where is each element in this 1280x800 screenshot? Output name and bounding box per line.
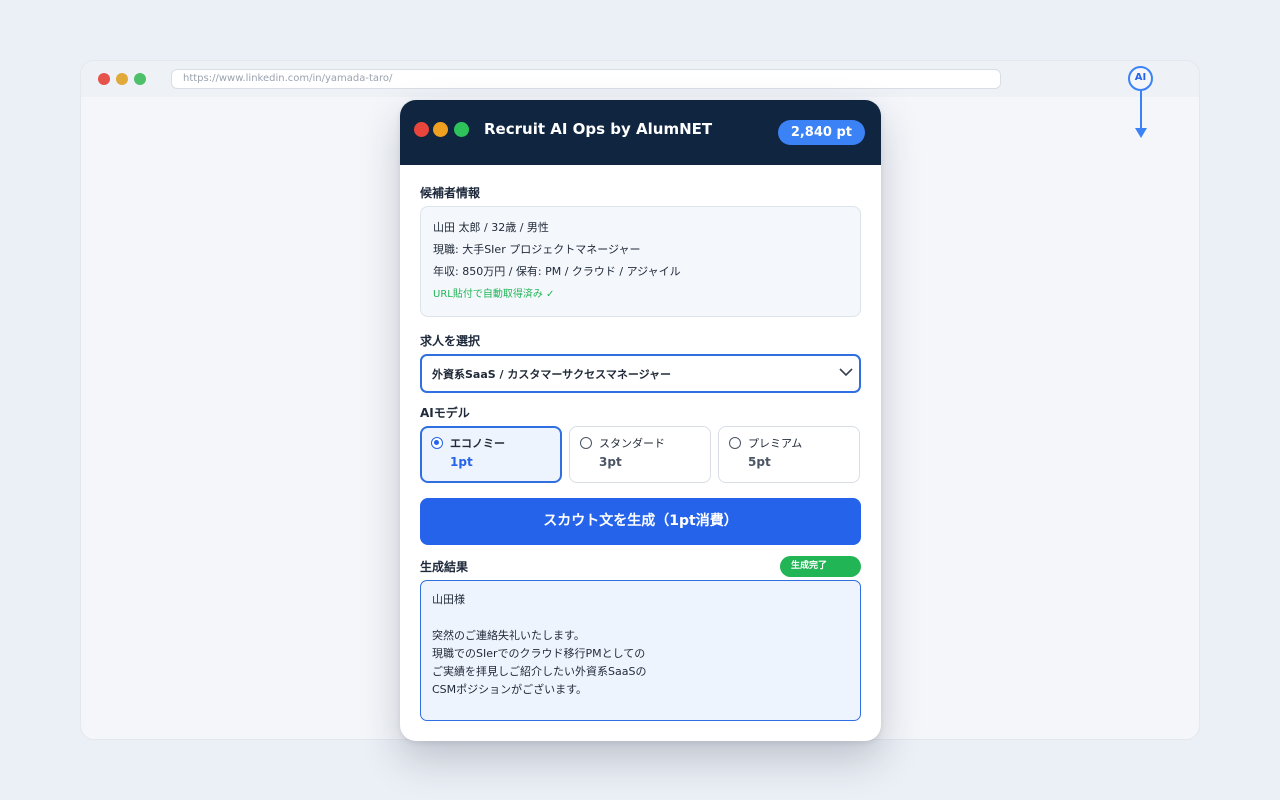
radio-selected-icon[interactable] <box>431 437 443 449</box>
url-bar[interactable]: https://www.linkedin.com/in/yamada-taro/ <box>171 69 1001 89</box>
model-name: エコノミー <box>450 437 505 450</box>
browser-minimize-dot[interactable] <box>116 73 128 85</box>
result-section-label: 生成結果 <box>420 560 469 574</box>
model-option-premium[interactable]: プレミアム 5pt <box>718 426 860 483</box>
arrow-down-icon <box>1135 128 1147 138</box>
panel-close-dot[interactable] <box>414 122 429 137</box>
job-section-label: 求人を選択 <box>420 334 481 348</box>
generate-scout-button[interactable]: スカウト文を生成（1pt消費） <box>420 498 861 545</box>
panel-minimize-dot[interactable] <box>433 122 448 137</box>
panel-maximize-dot[interactable] <box>454 122 469 137</box>
candidate-name-line: 山田 太郎 / 32歳 / 男性 <box>433 221 549 234</box>
candidate-job-line: 現職: 大手SIer プロジェクトマネージャー <box>433 243 641 256</box>
job-select-value: 外資系SaaS / カスタマーサクセスマネージャー <box>432 368 672 381</box>
extension-panel: Recruit AI Ops by AlumNET 2,840 pt 候補者情報… <box>400 100 881 741</box>
model-section-label: AIモデル <box>420 406 470 420</box>
job-select[interactable]: 外資系SaaS / カスタマーサクセスマネージャー <box>420 354 861 393</box>
model-cost: 1pt <box>450 455 473 469</box>
ai-pointer-line <box>1140 91 1142 129</box>
model-name: プレミアム <box>748 437 803 450</box>
model-option-standard[interactable]: スタンダード 3pt <box>569 426 711 483</box>
status-badge: 生成完了 <box>780 556 861 577</box>
panel-title: Recruit AI Ops by AlumNET <box>484 120 713 138</box>
model-option-economy[interactable]: エコノミー 1pt <box>420 426 562 483</box>
model-cost: 3pt <box>599 455 622 469</box>
radio-icon[interactable] <box>580 437 592 449</box>
radio-icon[interactable] <box>729 437 741 449</box>
panel-header: Recruit AI Ops by AlumNET 2,840 pt <box>400 100 881 165</box>
chevron-down-icon <box>839 368 853 377</box>
candidate-info-box: 山田 太郎 / 32歳 / 男性 現職: 大手SIer プロジェクトマネージャー… <box>420 206 861 317</box>
model-name: スタンダード <box>599 437 665 450</box>
ai-extension-icon[interactable]: AI <box>1128 66 1153 91</box>
auto-fetch-status: URL貼付で自動取得済み ✓ <box>433 289 555 300</box>
points-badge: 2,840 pt <box>777 120 865 145</box>
result-textarea[interactable]: 山田様 突然のご連絡失礼いたします。 現職でのSIerでのクラウド移行PMとして… <box>420 580 861 721</box>
browser-toolbar: https://www.linkedin.com/in/yamada-taro/ <box>81 61 1199 97</box>
browser-close-dot[interactable] <box>98 73 110 85</box>
browser-maximize-dot[interactable] <box>134 73 146 85</box>
candidate-section-label: 候補者情報 <box>420 186 481 200</box>
model-cost: 5pt <box>748 455 771 469</box>
candidate-salary-line: 年収: 850万円 / 保有: PM / クラウド / アジャイル <box>433 265 681 278</box>
